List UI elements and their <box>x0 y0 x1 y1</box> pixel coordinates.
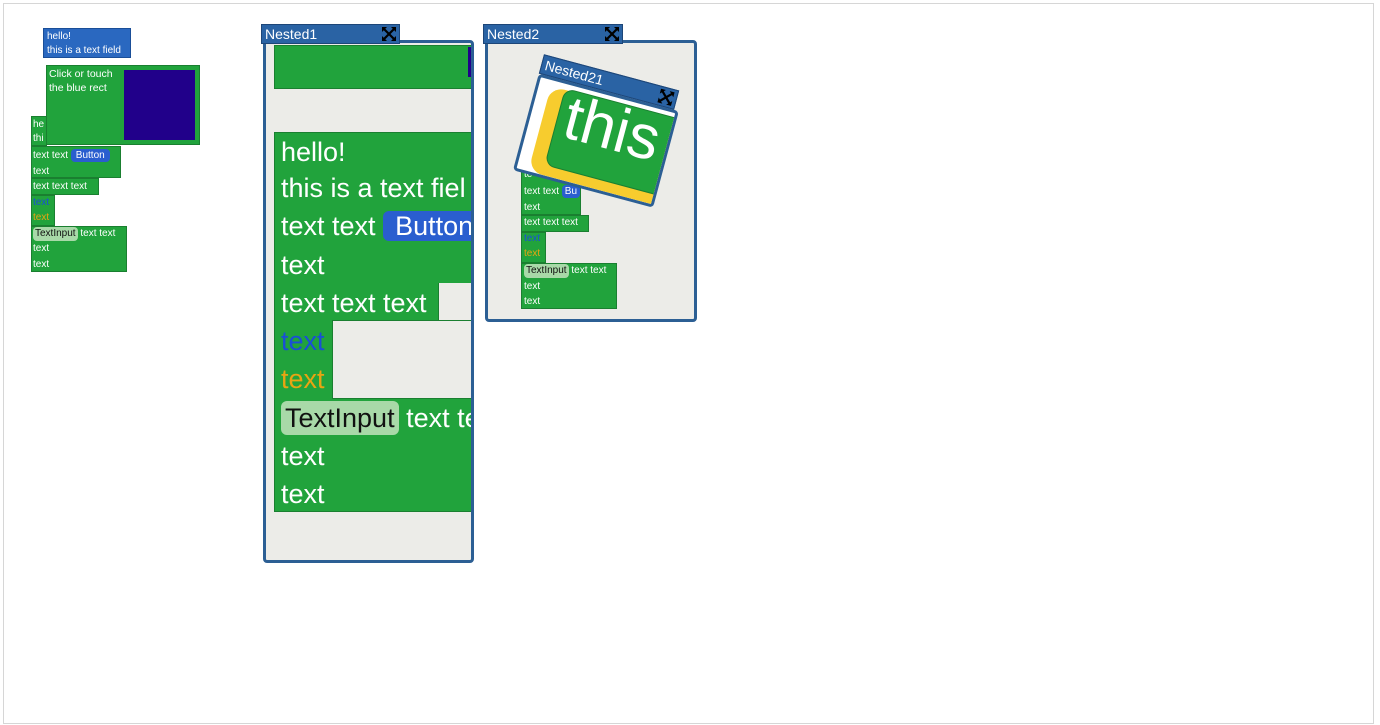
nested1-field: this is a text fiel <box>281 173 466 203</box>
expand-icon[interactable] <box>656 88 676 108</box>
row-text-text: text text Button <box>33 149 110 163</box>
nested1-dark-edge <box>468 47 471 77</box>
nested2-last-1: text <box>524 281 541 292</box>
nested2-last-2: text <box>524 296 541 307</box>
nested2-after-input: text text <box>571 265 607 276</box>
canvas: hello! this is a text field Click or tou… <box>3 3 1374 724</box>
nested1-title: Nested1 <box>265 26 318 42</box>
small-line-blue: text <box>33 197 50 208</box>
row-text-label: text text <box>33 150 69 161</box>
small-last-1: text <box>33 243 50 254</box>
nested2-row-label: text text <box>524 186 560 197</box>
nested1-line-orange: text <box>281 364 325 394</box>
nested2-input-row: TextInput text text <box>524 264 606 278</box>
text-field-line-2: this is a text field <box>47 45 121 56</box>
small-line-text: text <box>33 166 50 177</box>
nested1-row-label: text text <box>281 211 376 241</box>
nested2-text-input[interactable]: TextInput <box>524 264 569 278</box>
small-button[interactable]: Button <box>70 149 110 162</box>
nested1-input-row: TextInput text te <box>281 401 474 435</box>
nested2-line-text3: text text text <box>524 217 578 228</box>
nested1-top-strip <box>274 45 471 89</box>
expand-icon[interactable] <box>604 26 620 42</box>
small-line-text3: text text text <box>33 181 87 192</box>
nested2-line-blue: text <box>524 233 541 244</box>
partial-line-2: thi <box>33 133 44 144</box>
click-prompt-line-1: Click or touch <box>49 68 113 80</box>
nested1-line-text: text <box>281 250 325 280</box>
small-after-input: text text <box>80 228 116 239</box>
small-line-orange: text <box>33 212 50 223</box>
nested2-line-orange: text <box>524 248 541 259</box>
small-input-row: TextInput text text <box>33 227 115 241</box>
nested2-title-bar[interactable]: Nested2 <box>483 24 623 44</box>
nested1-row: text text Button <box>281 208 471 244</box>
expand-icon[interactable] <box>381 26 397 42</box>
click-prompt-line-2: the blue rect <box>49 82 107 94</box>
nested1-line-blue: text <box>281 326 325 356</box>
nested1-window[interactable]: hello! this is a text fiel text text But… <box>263 40 474 563</box>
nested1-last-1: text <box>281 441 325 471</box>
nested2-title: Nested2 <box>487 26 540 42</box>
small-text-input[interactable]: TextInput <box>33 227 78 241</box>
nested1-last-2: text <box>281 479 325 509</box>
blue-rect[interactable] <box>124 70 195 140</box>
small-last-2: text <box>33 259 50 270</box>
nested2-line-text: text <box>524 202 541 213</box>
nested1-after-input: text te <box>406 403 474 433</box>
nested1-notch-1 <box>438 283 471 321</box>
text-field-line-1: hello! <box>47 31 71 42</box>
text-field-widget[interactable]: hello! this is a text field <box>43 28 131 58</box>
nested2-row: text text Bu <box>524 185 581 199</box>
small-widget-stack: he thi text text Button text text text t… <box>31 116 131 272</box>
nested1-title-bar[interactable]: Nested1 <box>261 24 400 44</box>
nested1-line-text3: text text text <box>281 288 427 318</box>
nested1-text-input[interactable]: TextInput <box>281 401 399 435</box>
nested1-button[interactable]: Button <box>383 211 471 241</box>
nested1-hello: hello! <box>281 137 346 167</box>
nested1-notch-2 <box>332 320 471 399</box>
partial-line-1: he <box>33 119 45 130</box>
nested2-window[interactable]: te text text Bu text text text text text… <box>485 40 697 322</box>
